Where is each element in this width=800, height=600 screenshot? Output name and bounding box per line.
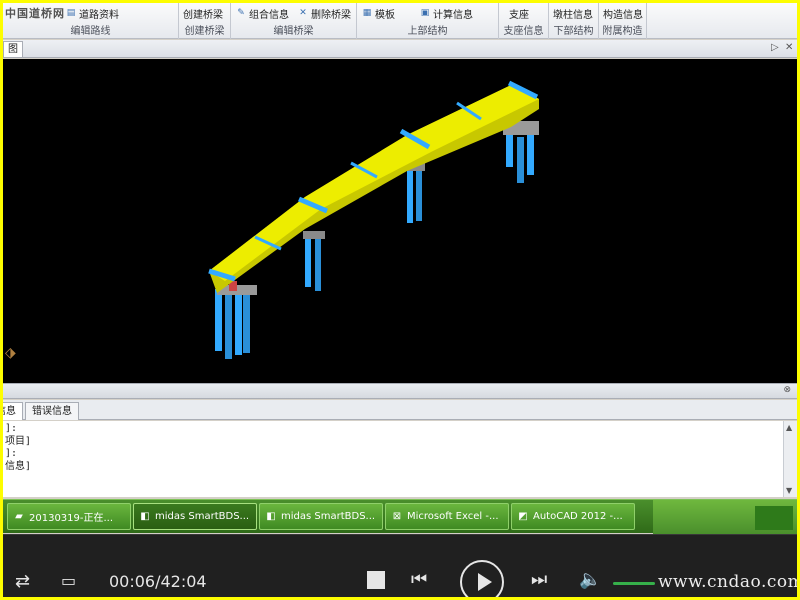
autocad-icon: ◩ xyxy=(518,510,528,522)
road-data-button[interactable]: ▤ 道路资料 xyxy=(65,6,119,21)
tab-error-info[interactable]: 错误信息 xyxy=(25,402,79,420)
watermark-url: www.cndao.com xyxy=(658,572,797,592)
output-scrollbar[interactable]: ▲ ▼ xyxy=(783,421,797,497)
pier-column xyxy=(416,169,422,221)
taskbar: ▰ 20130319-正在... ◧ midas SmartBDS... ◧ m… xyxy=(3,499,797,534)
close-icon[interactable]: ✕ xyxy=(785,42,793,53)
volume-slider[interactable] xyxy=(613,582,655,585)
output-line: ]: xyxy=(5,423,18,434)
taskbar-item-excel[interactable]: ⊠ Microsoft Excel -... xyxy=(385,503,509,530)
taskbar-item-autocad[interactable]: ◩ AutoCAD 2012 -... xyxy=(511,503,635,530)
3d-viewport[interactable]: ⬗ xyxy=(3,59,797,383)
viewport-tab-strip: 图 ▷ ✕ xyxy=(3,40,797,58)
midas-icon: ◧ xyxy=(266,510,276,522)
pier-mid-2 xyxy=(405,163,425,223)
bridge-deck xyxy=(209,85,539,293)
pier-column xyxy=(235,291,242,355)
axis-triad-icon: ⬗ xyxy=(5,345,16,361)
combine-icon: ✎ xyxy=(237,8,245,18)
taskbar-item-folder[interactable]: ▰ 20130319-正在... xyxy=(7,503,131,530)
pier-right xyxy=(503,121,539,183)
play-icon xyxy=(478,573,492,591)
ribbon-group-bearing: 支座 支座信息 xyxy=(499,3,549,39)
template-icon: ▦ xyxy=(362,8,372,18)
ribbon-group-label: 下部结构 xyxy=(553,26,594,37)
ribbon-group-accessory: 构造信息 附属构造 xyxy=(599,3,647,39)
output-tab-strip: 信息 错误信息 xyxy=(3,400,797,420)
tab-scroll-right-icon[interactable]: ▷ xyxy=(771,42,779,53)
stop-icon[interactable] xyxy=(367,571,385,589)
volume-icon[interactable]: 🔈 xyxy=(579,569,601,590)
repeat-icon[interactable]: ⇄ xyxy=(15,571,30,592)
midas-icon: ◧ xyxy=(140,510,150,522)
ribbon-group-label: 编辑路线 xyxy=(70,26,111,37)
output-line: 信息] xyxy=(5,460,32,472)
pier-cap xyxy=(303,231,325,239)
tab-info[interactable]: 信息 xyxy=(3,402,23,420)
pier-left xyxy=(215,281,257,359)
ribbon-group-substructure: 墩柱信息 下部结构 xyxy=(549,3,599,39)
ribbon-group-label: 附属构造 xyxy=(602,26,643,37)
ribbon-group-label: 上部结构 xyxy=(407,26,448,37)
previous-icon[interactable]: ⏮ xyxy=(411,569,427,590)
application-window: 中国道桥网 ▤ 道路资料 编辑路线 创建桥梁 创建桥梁 ✎ 组合信息 ✕ 删除桥梁 编… xyxy=(3,3,797,597)
video-player-controls: ⇄ ▭ 00:06/42:04 ⏮ ⏭ 🔈 www.cndao.com xyxy=(3,534,797,597)
next-icon[interactable]: ⏭ xyxy=(531,569,547,590)
pier-info-button[interactable]: 墩柱信息 xyxy=(553,6,593,21)
create-bridge-button[interactable]: 创建桥梁 xyxy=(183,6,223,21)
structure-info-button[interactable]: 构造信息 xyxy=(603,6,643,21)
show-desktop-button[interactable] xyxy=(755,506,793,530)
playback-time: 00:06/42:04 xyxy=(109,572,207,591)
scroll-up-icon[interactable]: ▲ xyxy=(786,423,792,432)
output-line: ]: xyxy=(5,448,18,459)
ribbon-toolbar: 中国道桥网 ▤ 道路资料 编辑路线 创建桥梁 创建桥梁 ✎ 组合信息 ✕ 删除桥梁 编… xyxy=(3,3,797,39)
delete-icon: ✕ xyxy=(299,8,307,18)
pane-splitter[interactable]: ⊗ xyxy=(3,383,797,399)
taskbar-item-midas-2[interactable]: ◧ midas SmartBDS... xyxy=(259,503,383,530)
ribbon-group-create-bridge: 创建桥梁 创建桥梁 xyxy=(179,3,231,39)
pier-column xyxy=(243,295,250,353)
scroll-down-icon[interactable]: ▼ xyxy=(786,486,792,495)
template-button[interactable]: ▦ 模板 xyxy=(361,6,395,21)
ribbon-group-label: 编辑桥梁 xyxy=(273,26,314,37)
combination-info-button[interactable]: ✎ 组合信息 xyxy=(235,6,289,21)
bearing-button[interactable]: 支座 xyxy=(509,6,529,21)
pier-column xyxy=(225,293,232,359)
ribbon-group-label: 支座信息 xyxy=(503,26,544,37)
pier-column xyxy=(215,289,222,351)
play-button[interactable] xyxy=(460,560,504,597)
system-tray xyxy=(653,500,797,534)
pier-column xyxy=(407,167,413,223)
pin-icon[interactable]: ⊗ xyxy=(783,385,791,395)
output-pane: ]: 项目] ]: 信息] xyxy=(3,421,783,497)
ribbon-group-edit-bridge: ✎ 组合信息 ✕ 删除桥梁 编辑桥梁 xyxy=(231,3,357,39)
pier-column xyxy=(305,237,311,287)
output-line: 项目] xyxy=(5,435,32,447)
pier-column xyxy=(506,133,513,167)
ribbon-group-route: ▤ 道路资料 编辑路线 xyxy=(3,3,179,39)
ribbon-group-label: 创建桥梁 xyxy=(184,26,225,37)
bridge-model xyxy=(208,80,539,359)
cast-icon[interactable]: ▭ xyxy=(61,571,76,590)
road-icon: ▤ xyxy=(66,8,76,18)
pier-column xyxy=(527,135,534,175)
taskbar-item-midas-1[interactable]: ◧ midas SmartBDS... xyxy=(133,503,257,530)
ribbon-group-superstructure: ▦ 模板 ▣ 计算信息 上部结构 xyxy=(357,3,499,39)
folder-icon: ▰ xyxy=(15,510,23,522)
calc-info-button[interactable]: ▣ 计算信息 xyxy=(419,6,473,21)
pier-column xyxy=(517,137,524,183)
calculator-icon: ▣ xyxy=(420,8,430,18)
tab-model-view[interactable]: 图 xyxy=(3,41,23,57)
delete-bridge-button[interactable]: ✕ 删除桥梁 xyxy=(297,6,351,21)
pier-column xyxy=(315,235,321,291)
excel-icon: ⊠ xyxy=(392,510,402,522)
pier-mid-1 xyxy=(303,231,325,291)
